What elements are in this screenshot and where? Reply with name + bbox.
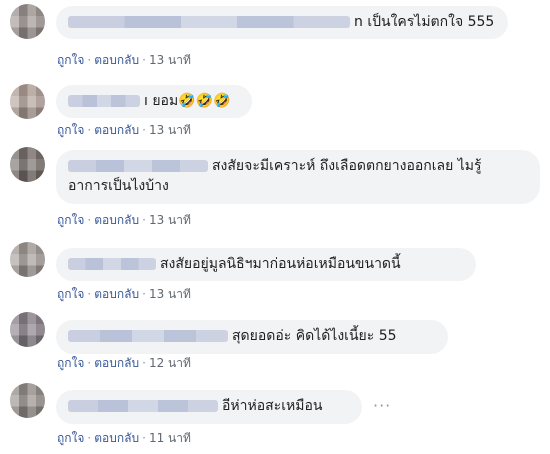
comment-bubble: สงสัยอยู่มูลนิธิฯมาก่อนห่อเหมือนขนาดนี้	[56, 248, 476, 281]
comment-text: สงสัยอยู่มูลนิธิฯมาก่อนห่อเหมือนขนาดนี้	[160, 256, 401, 272]
reply-link[interactable]: ตอบกลับ	[94, 431, 139, 445]
like-link[interactable]: ถูกใจ	[57, 356, 84, 370]
like-link[interactable]: ถูกใจ	[57, 53, 84, 67]
comment-text-line-1: สงสัยจะมีเคราะห์ ถึงเลือดตกยางออกเลย ไมร…	[212, 158, 482, 174]
avatar[interactable]	[10, 312, 45, 347]
commenter-name[interactable]	[68, 16, 350, 28]
reply-link[interactable]: ตอบกลับ	[94, 287, 139, 301]
commenter-name[interactable]	[68, 400, 218, 412]
timestamp[interactable]: 13 นาที	[149, 123, 191, 137]
comment-actions: ถูกใจ · ตอบกลับ · 11 นาที	[57, 431, 191, 445]
reply-link[interactable]: ตอบกลับ	[94, 53, 139, 67]
like-link[interactable]: ถูกใจ	[57, 213, 84, 227]
comment-actions: ถูกใจ · ตอบกลับ · 12 นาที	[57, 356, 191, 370]
comment-text: อีห่าห่อสะเหมือน	[222, 398, 323, 414]
comment-bubble: ı ยอม🤣🤣🤣	[56, 85, 252, 118]
more-options-icon[interactable]: ···	[373, 396, 391, 415]
comment-text: n เป็นใครไม่ตกใจ 555	[354, 14, 495, 30]
comment-text: ı ยอม🤣🤣🤣	[144, 93, 231, 109]
avatar[interactable]	[10, 383, 45, 418]
reply-link[interactable]: ตอบกลับ	[94, 356, 139, 370]
reply-link[interactable]: ตอบกลับ	[94, 123, 139, 137]
comment-actions: ถูกใจ · ตอบกลับ · 13 นาที	[57, 213, 191, 227]
comment-bubble: n เป็นใครไม่ตกใจ 555	[56, 6, 508, 39]
commenter-name[interactable]	[68, 160, 208, 172]
avatar[interactable]	[10, 84, 45, 119]
timestamp[interactable]: 13 นาที	[149, 287, 191, 301]
timestamp[interactable]: 12 นาที	[149, 356, 191, 370]
reply-link[interactable]: ตอบกลับ	[94, 213, 139, 227]
commenter-name[interactable]	[68, 258, 156, 270]
like-link[interactable]: ถูกใจ	[57, 431, 84, 445]
avatar[interactable]	[10, 147, 45, 182]
comment-actions: ถูกใจ · ตอบกลับ · 13 นาที	[57, 123, 191, 137]
comment-bubble: สุดยอดอ่ะ คิดได้ไงเนี้ยะ 55	[56, 320, 448, 354]
timestamp[interactable]: 11 นาที	[149, 431, 191, 445]
timestamp[interactable]: 13 นาที	[149, 53, 191, 67]
comment-actions: ถูกใจ · ตอบกลับ · 13 นาที	[57, 53, 191, 67]
comment-bubble: อีห่าห่อสะเหมือน	[56, 390, 362, 424]
commenter-name[interactable]	[68, 330, 228, 342]
comment-bubble: สงสัยจะมีเคราะห์ ถึงเลือดตกยางออกเลย ไมร…	[56, 150, 540, 204]
like-link[interactable]: ถูกใจ	[57, 287, 84, 301]
like-link[interactable]: ถูกใจ	[57, 123, 84, 137]
commenter-name[interactable]	[68, 95, 140, 107]
avatar[interactable]	[10, 4, 45, 39]
timestamp[interactable]: 13 นาที	[149, 213, 191, 227]
comment-text-line-2: อาการเป็นไงบ้าง	[68, 178, 169, 194]
avatar[interactable]	[10, 242, 45, 277]
comment-text: สุดยอดอ่ะ คิดได้ไงเนี้ยะ 55	[232, 328, 397, 344]
comment-actions: ถูกใจ · ตอบกลับ · 13 นาที	[57, 287, 191, 301]
